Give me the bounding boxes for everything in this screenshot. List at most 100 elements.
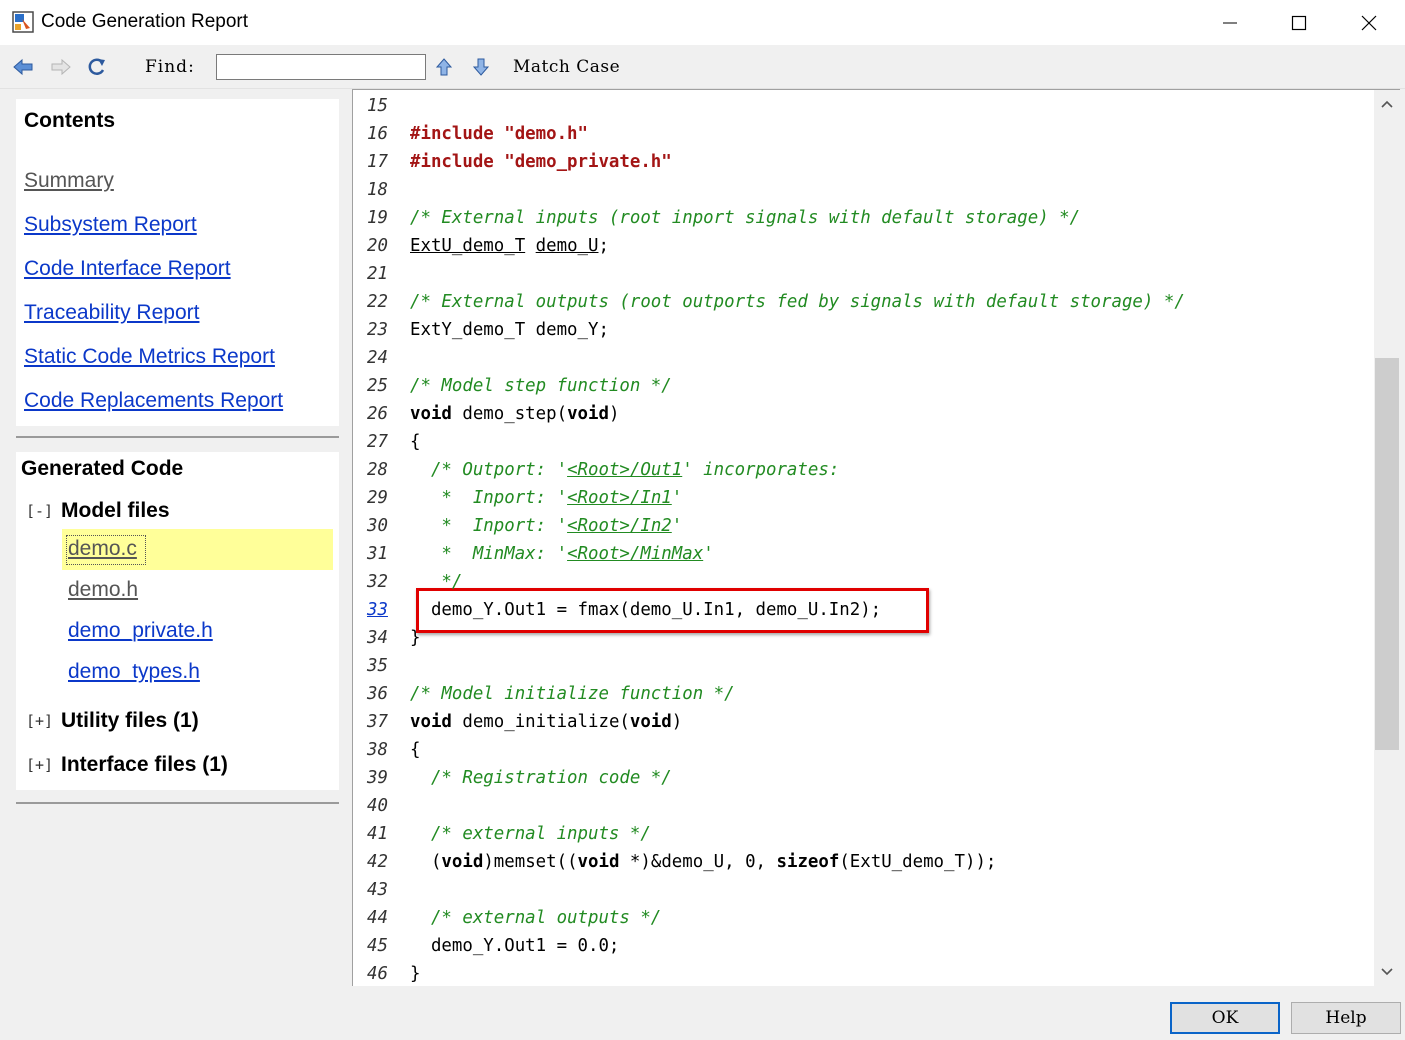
code-line: 37 void demo_initialize(void) <box>353 708 1374 736</box>
code-text: ExtU_demo_T demo_U; <box>410 236 609 256</box>
section-divider-bottom <box>16 802 339 804</box>
code-text: * MinMax: '<Root>/MinMax' <box>410 544 714 564</box>
code-text: { <box>410 740 421 760</box>
code-line: 45 demo_Y.Out1 = 0.0; <box>353 932 1374 960</box>
scroll-up-icon[interactable] <box>1379 96 1395 112</box>
scroll-down-icon[interactable] <box>1379 964 1395 980</box>
subsystem-report-link[interactable]: Subsystem Report <box>24 213 197 237</box>
code-text: { <box>410 432 421 452</box>
code-line: 39 /* Registration code */ <box>353 764 1374 792</box>
line-number: 21 <box>367 264 388 284</box>
line-number: 39 <box>367 768 388 788</box>
code-text: /* External inputs (root inport signals … <box>410 208 1081 228</box>
code-text: demo_Y.Out1 = fmax(demo_U.In1, demo_U.In… <box>410 600 882 620</box>
code-line: 17 #include "demo_private.h" <box>353 148 1374 176</box>
interface-files-group[interactable]: Interface files (1) <box>61 753 228 777</box>
file-link-demo-c[interactable]: demo.c <box>68 537 137 561</box>
code-line: 40 <box>353 792 1374 820</box>
toolbar: Find: Match Case <box>0 45 1405 89</box>
code-text: /* External outputs (root outports fed b… <box>410 292 1185 312</box>
back-arrow-icon[interactable] <box>12 57 34 77</box>
maximize-icon <box>1291 15 1307 30</box>
code-text: ExtY_demo_T demo_Y; <box>410 320 609 340</box>
code-line: 46} <box>353 960 1374 986</box>
line-number: 43 <box>367 880 388 900</box>
minimize-button[interactable] <box>1195 0 1265 45</box>
line-number: 42 <box>367 852 388 872</box>
code-line: 41 /* external inputs */ <box>353 820 1374 848</box>
code-line: 18 <box>353 176 1374 204</box>
line-number: 34 <box>367 628 388 648</box>
line-number: 44 <box>367 908 388 928</box>
file-link-demo-private-h[interactable]: demo_private.h <box>68 619 213 643</box>
code-text: */ <box>410 572 463 592</box>
code-text: #include "demo_private.h" <box>410 152 672 172</box>
vertical-scrollbar[interactable] <box>1374 89 1400 986</box>
line-number: 40 <box>367 796 388 816</box>
window-title: Code Generation Report <box>41 11 249 32</box>
code-line: 34} <box>353 624 1374 652</box>
line-number: 17 <box>367 152 388 172</box>
line-number: 32 <box>367 572 388 592</box>
line-number: 30 <box>367 516 388 536</box>
line-number: 38 <box>367 740 388 760</box>
code-text: } <box>410 964 421 984</box>
code-line: 38 { <box>353 736 1374 764</box>
code-text: void demo_initialize(void) <box>410 712 683 732</box>
traceability-report-link[interactable]: Traceability Report <box>24 301 199 325</box>
line-number: 16 <box>367 124 388 144</box>
code-text: * Inport: '<Root>/In2' <box>410 516 683 536</box>
close-button[interactable] <box>1334 0 1404 45</box>
find-up-icon[interactable] <box>434 57 456 77</box>
ok-button[interactable]: OK <box>1170 1002 1280 1034</box>
generated-code-section: Generated Code [-] Model files demo.c de… <box>16 452 339 790</box>
line-number: 41 <box>367 824 388 844</box>
static-code-metrics-report-link[interactable]: Static Code Metrics Report <box>24 345 275 369</box>
file-link-demo-types-h[interactable]: demo_types.h <box>68 660 200 684</box>
forward-arrow-icon[interactable] <box>50 57 72 77</box>
help-button[interactable]: Help <box>1291 1002 1401 1034</box>
code-line: 26 void demo_step(void) <box>353 400 1374 428</box>
line-number[interactable]: 33 <box>367 596 397 624</box>
utility-files-group[interactable]: Utility files (1) <box>61 709 199 733</box>
model-files-group[interactable]: Model files <box>61 499 170 523</box>
code-line: 32 */ <box>353 568 1374 596</box>
line-number: 29 <box>367 488 388 508</box>
code-line: 44 /* external outputs */ <box>353 904 1374 932</box>
code-text: /* Model initialize function */ <box>410 684 735 704</box>
code-view[interactable]: 15 16 #include "demo.h" 17 #include "demo_pr… <box>352 89 1374 986</box>
refresh-icon[interactable] <box>86 57 108 77</box>
line-number: 36 <box>367 684 388 704</box>
scroll-thumb[interactable] <box>1375 358 1399 750</box>
code-replacements-report-link[interactable]: Code Replacements Report <box>24 389 283 413</box>
code-text: (void)memset((void *)&demo_U, 0, sizeof(… <box>410 852 997 872</box>
utility-files-toggle[interactable]: [+] <box>26 712 53 730</box>
match-case-toggle[interactable]: Match Case <box>513 57 620 77</box>
find-label: Find: <box>145 57 195 77</box>
line-number: 18 <box>367 180 388 200</box>
code-text: /* external outputs */ <box>410 908 662 928</box>
code-line: 19 /* External inputs (root inport signal… <box>353 204 1374 232</box>
interface-files-toggle[interactable]: [+] <box>26 756 53 774</box>
code-text: void demo_step(void) <box>410 404 620 424</box>
title-bar: Code Generation Report <box>0 0 1405 45</box>
code-line: 25 /* Model step function */ <box>353 372 1374 400</box>
code-text: /* Registration code */ <box>410 768 672 788</box>
close-icon <box>1361 15 1377 30</box>
line-number: 26 <box>367 404 388 424</box>
model-files-toggle[interactable]: [-] <box>26 502 53 520</box>
code-text: /* Model step function */ <box>410 376 672 396</box>
code-line: 42 (void)memset((void *)&demo_U, 0, size… <box>353 848 1374 876</box>
code-line: 27 { <box>353 428 1374 456</box>
code-interface-report-link[interactable]: Code Interface Report <box>24 257 231 281</box>
file-link-demo-h[interactable]: demo.h <box>68 578 138 602</box>
summary-link[interactable]: Summary <box>24 169 114 193</box>
find-down-icon[interactable] <box>471 57 493 77</box>
code-line: 33 demo_Y.Out1 = fmax(demo_U.In1, demo_U… <box>353 596 1374 624</box>
code-text: #include "demo.h" <box>410 124 588 144</box>
line-number: 45 <box>367 936 388 956</box>
maximize-button[interactable] <box>1264 0 1334 45</box>
line-number: 24 <box>367 348 388 368</box>
find-input[interactable] <box>216 54 426 80</box>
code-text: /* Outport: '<Root>/Out1' incorporates: <box>410 460 840 480</box>
